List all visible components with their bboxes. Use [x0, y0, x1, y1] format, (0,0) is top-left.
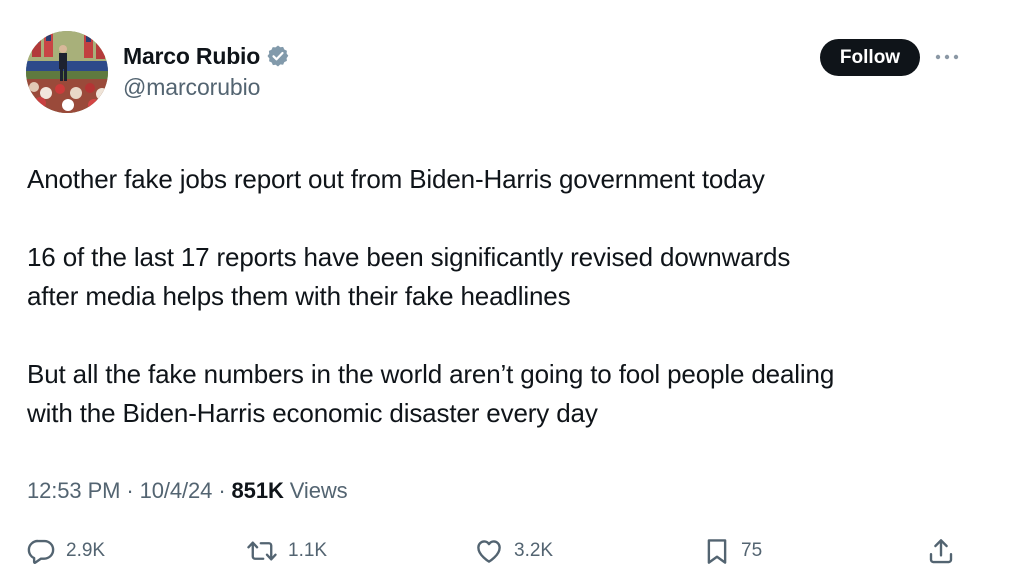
display-name[interactable]: Marco Rubio [123, 43, 260, 70]
follow-button[interactable]: Follow [820, 39, 920, 76]
action-bar: 2.9K 1.1K 3.2K 75 [0, 532, 1016, 572]
avatar[interactable] [26, 31, 108, 113]
bookmark-count: 75 [741, 540, 763, 561]
views-count: 851K [231, 478, 284, 503]
reply-count: 2.9K [66, 540, 106, 561]
tweet-card: Marco Rubio @marcorubio Follow Another f… [0, 0, 1016, 580]
tweet-time[interactable]: 12:53 PM [27, 478, 120, 504]
reply-button[interactable]: 2.9K [26, 532, 105, 570]
tweet-paragraph: Another fake jobs report out from Biden-… [27, 164, 765, 194]
user-handle[interactable]: @marcorubio [123, 74, 290, 101]
reply-icon [26, 536, 56, 566]
name-row: Marco Rubio [123, 40, 290, 72]
meta-separator: · [218, 478, 226, 503]
more-options-icon[interactable] [934, 48, 960, 66]
tweet-paragraph: But all the fake numbers in the world ar… [27, 359, 835, 428]
repost-button[interactable]: 1.1K [246, 532, 327, 570]
avatar-photo [26, 31, 108, 113]
bookmark-icon [703, 536, 731, 566]
tweet-text: Another fake jobs report out from Biden-… [27, 160, 987, 472]
author-block: Marco Rubio @marcorubio [123, 40, 290, 101]
tweet-paragraph: 16 of the last 17 reports have been sign… [27, 242, 791, 311]
share-button[interactable] [926, 532, 956, 570]
repost-count: 1.1K [288, 540, 328, 561]
verified-badge-icon[interactable] [266, 44, 290, 68]
views-label: Views [289, 478, 348, 503]
like-count: 3.2K [514, 540, 554, 561]
heart-icon [474, 536, 504, 566]
like-button[interactable]: 3.2K [474, 532, 553, 570]
meta-separator: · [126, 478, 134, 503]
repost-icon [246, 536, 278, 566]
share-icon [926, 536, 956, 566]
bookmark-button[interactable]: 75 [703, 532, 762, 570]
tweet-date[interactable]: 10/4/24 [140, 478, 213, 504]
tweet-meta: 12:53 PM · 10/4/24 · 851K Views [27, 478, 348, 504]
